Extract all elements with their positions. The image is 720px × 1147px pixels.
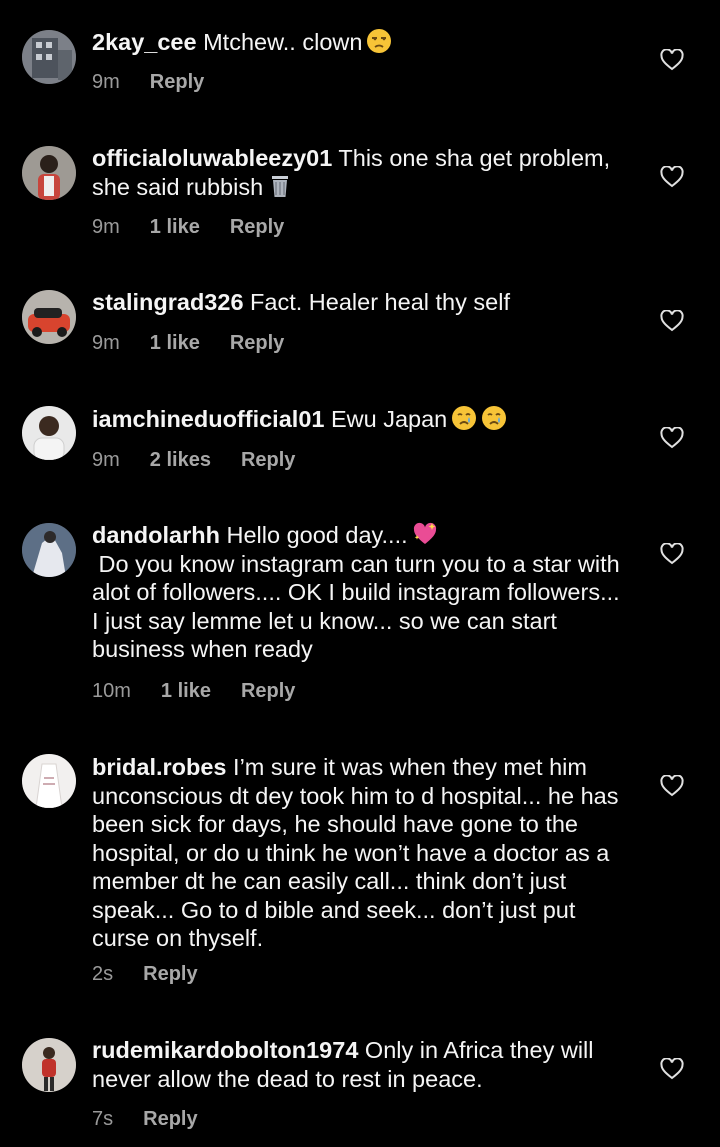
username[interactable]: 2kay_cee	[92, 29, 197, 55]
likes-count[interactable]: 1 like	[150, 216, 200, 239]
comment-text: officialoluwableezy01 This one sha get p…	[92, 144, 632, 201]
avatar[interactable]	[22, 146, 76, 200]
avatar[interactable]	[22, 30, 76, 84]
username[interactable]: bridal.robes	[92, 754, 227, 780]
timestamp: 9m	[92, 70, 120, 93]
like-button[interactable]	[660, 427, 684, 449]
timestamp: 7s	[92, 1107, 114, 1130]
comment-text: rudemikardobolton1974 Only in Africa the…	[92, 1036, 632, 1093]
heart-outline-icon	[660, 775, 684, 797]
comment-text: bridal.robes I’m sure it was when they m…	[92, 753, 632, 953]
crying-face-emoji	[451, 405, 477, 431]
crying-face-emoji	[481, 405, 507, 431]
avatar[interactable]	[22, 523, 76, 577]
avatar[interactable]	[22, 1038, 76, 1092]
unamused-face-emoji	[366, 28, 392, 54]
like-button[interactable]	[660, 310, 684, 332]
heart-outline-icon	[660, 1058, 684, 1080]
heart-outline-icon	[660, 49, 684, 71]
heart-outline-icon	[660, 310, 684, 332]
reply-button[interactable]: Reply	[150, 71, 204, 94]
comment-body: Fact. Healer heal thy self	[243, 289, 510, 315]
reply-button[interactable]: Reply	[230, 332, 284, 355]
comment-body-continued: Do you know instagram can turn you to a …	[92, 550, 627, 663]
username[interactable]: stalingrad326	[92, 289, 244, 315]
comment-meta: 2s Reply	[92, 959, 228, 989]
heart-outline-icon	[660, 427, 684, 449]
like-button[interactable]	[660, 49, 684, 71]
reply-button[interactable]: Reply	[241, 449, 295, 472]
username[interactable]: dandolarhh	[92, 522, 220, 548]
avatar[interactable]	[22, 290, 76, 344]
comment-text: stalingrad326 Fact. Healer heal thy self	[92, 288, 632, 317]
likes-count[interactable]: 2 likes	[150, 449, 211, 472]
comment-body: I’m sure it was when they met him uncons…	[92, 754, 625, 951]
wastebasket-emoji	[267, 173, 293, 199]
reply-button[interactable]: Reply	[230, 216, 284, 239]
likes-count[interactable]: 1 like	[150, 332, 200, 355]
comment-body: Hello good day....	[219, 522, 408, 548]
comment-meta: 10m 1 like Reply	[92, 676, 325, 706]
timestamp: 9m	[92, 331, 120, 354]
comment-meta: 9m 2 likes Reply	[92, 445, 325, 475]
username[interactable]: officialoluwableezy01	[92, 145, 332, 171]
like-button[interactable]	[660, 775, 684, 797]
heart-outline-icon	[660, 166, 684, 188]
comment-text: 2kay_cee Mtchew.. clown	[92, 28, 632, 57]
timestamp: 10m	[92, 679, 131, 702]
comment-meta: 9m 1 like Reply	[92, 328, 314, 358]
username[interactable]: iamchineduofficial01	[92, 406, 324, 432]
timestamp: 9m	[92, 448, 120, 471]
comment-meta: 9m 1 like Reply	[92, 212, 314, 242]
like-button[interactable]	[660, 1058, 684, 1080]
reply-button[interactable]: Reply	[143, 963, 197, 986]
heart-outline-icon	[660, 543, 684, 565]
like-button[interactable]	[660, 543, 684, 565]
comment-body: Mtchew.. clown	[196, 29, 363, 55]
comment-meta: 7s Reply	[92, 1104, 228, 1134]
avatar[interactable]	[22, 406, 76, 460]
username[interactable]: rudemikardobolton1974	[92, 1037, 358, 1063]
reply-button[interactable]: Reply	[143, 1108, 197, 1131]
timestamp: 2s	[92, 962, 114, 985]
sparkling-heart-emoji	[412, 521, 438, 547]
avatar[interactable]	[22, 754, 76, 808]
comment-text: iamchineduofficial01 Ewu Japan	[92, 405, 632, 434]
comment-body: Ewu Japan	[324, 406, 448, 432]
comment-text: dandolarhh Hello good day.... Do you kno…	[92, 521, 632, 664]
like-button[interactable]	[660, 166, 684, 188]
comment-meta: 9m Reply	[92, 67, 234, 97]
timestamp: 9m	[92, 215, 120, 238]
reply-button[interactable]: Reply	[241, 680, 295, 703]
likes-count[interactable]: 1 like	[161, 680, 211, 703]
